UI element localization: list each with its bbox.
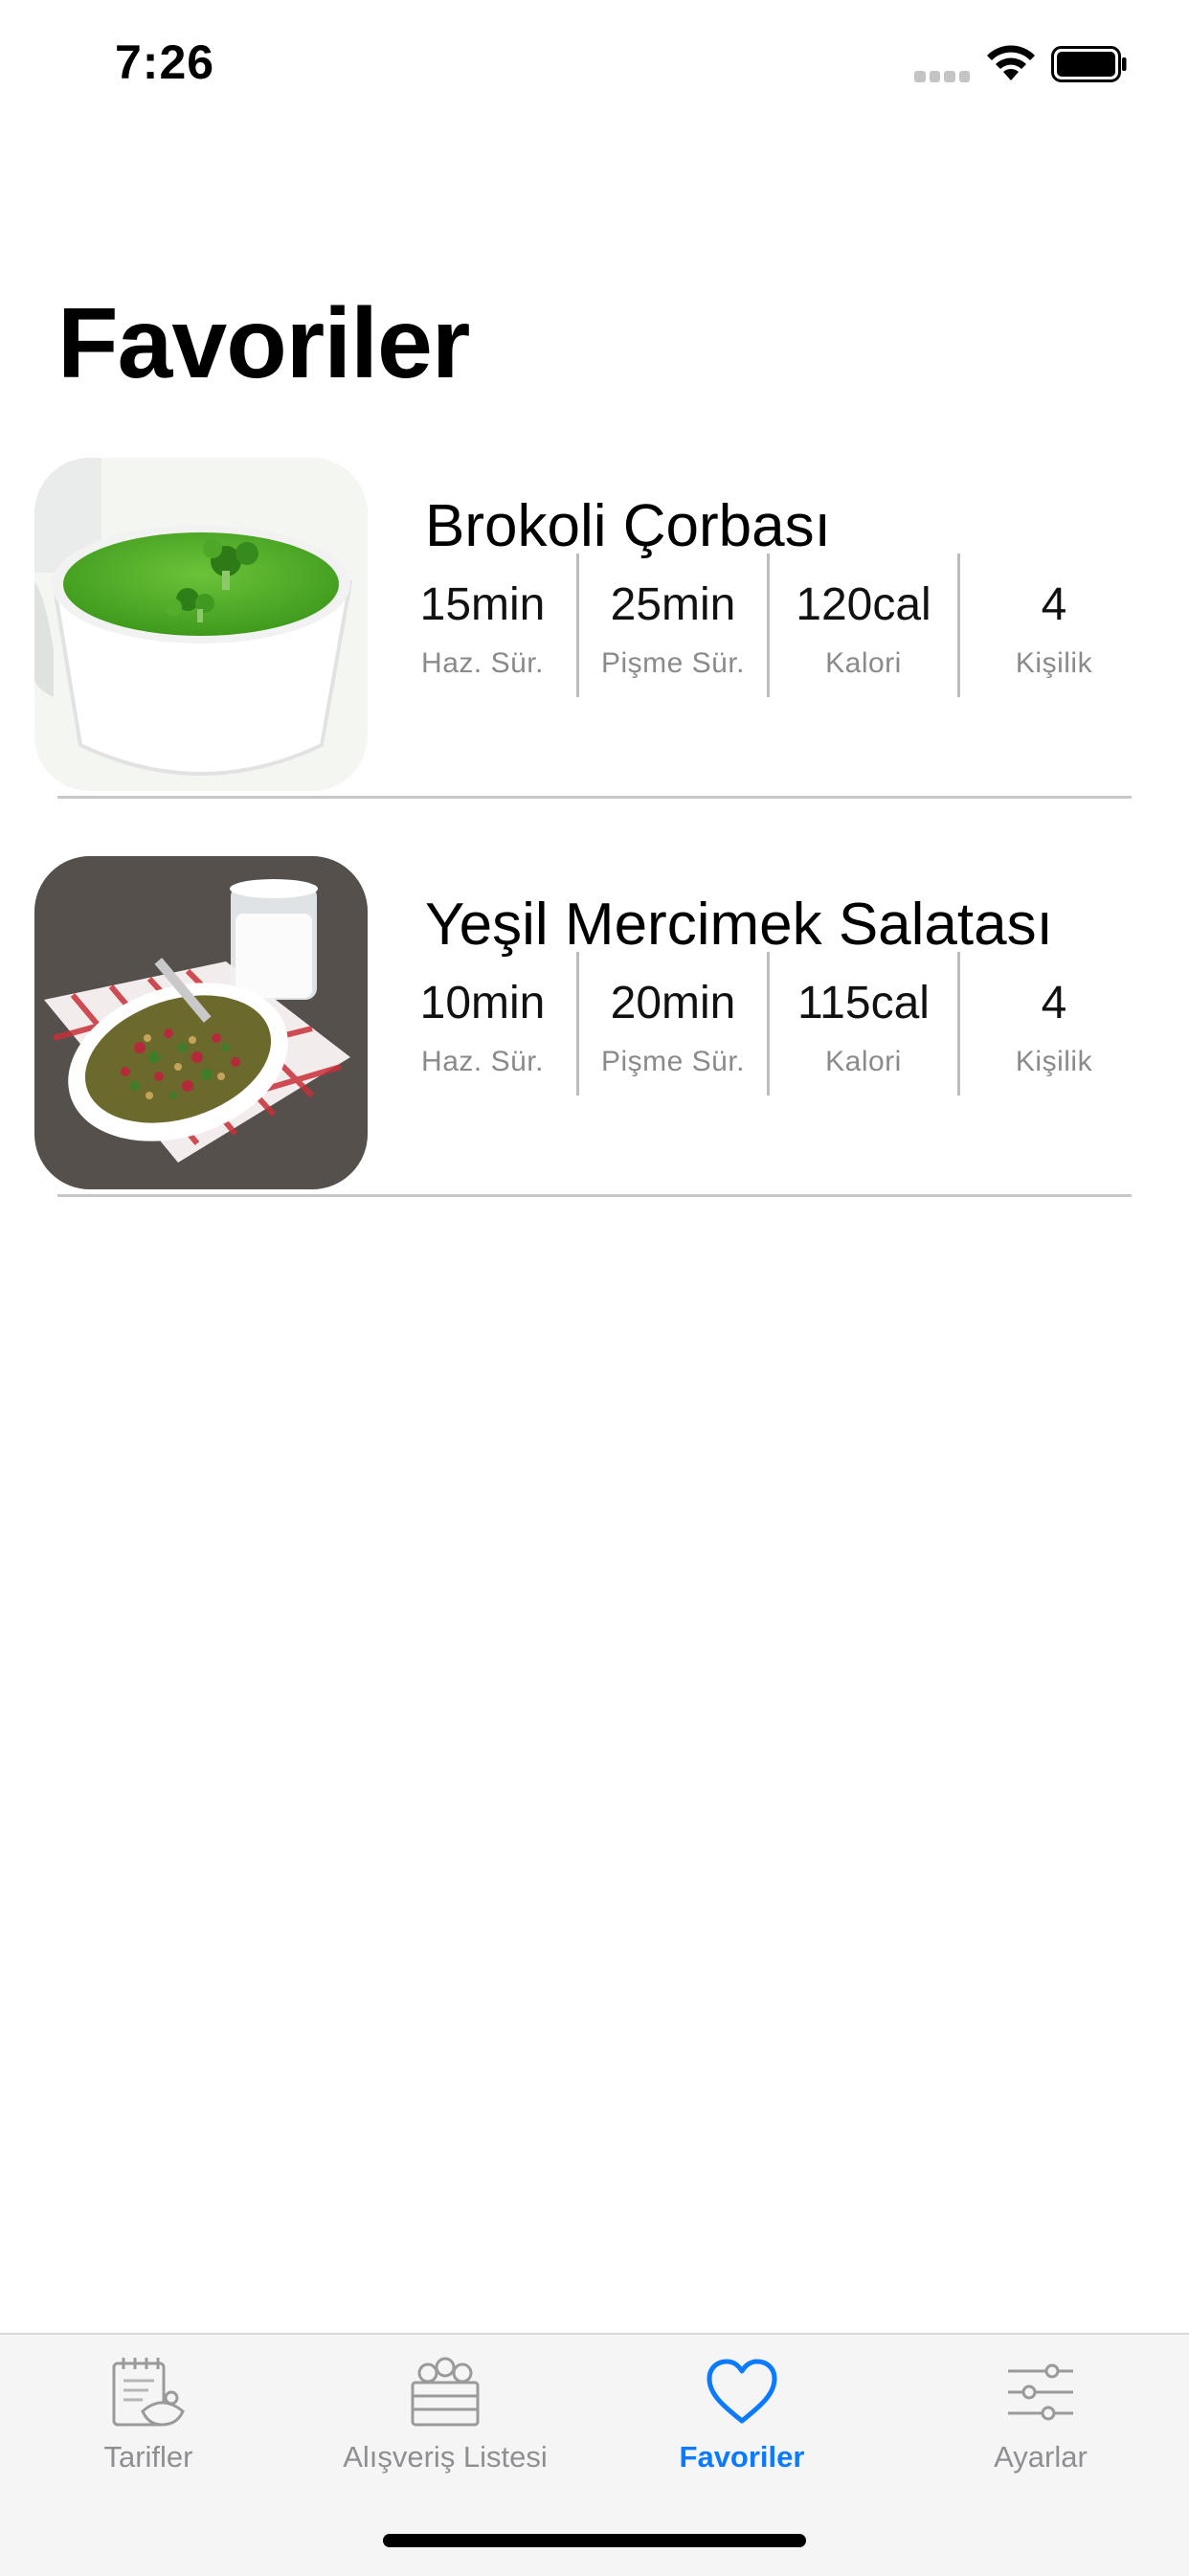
grocery-crate-icon bbox=[411, 2357, 480, 2427]
lentil-salad-image bbox=[34, 856, 368, 1189]
row-divider bbox=[57, 1194, 1132, 1197]
page-title: Favoriler bbox=[57, 288, 470, 399]
stat-calories: 115cal Kalori bbox=[767, 952, 957, 1096]
stat-label: Kalori bbox=[825, 1046, 902, 1077]
tab-tarifler[interactable]: Tarifler bbox=[0, 2335, 297, 2497]
recipe-name: Yeşil Mercimek Salatası bbox=[425, 892, 1053, 958]
stat-value: 25min bbox=[610, 579, 736, 630]
stat-value: 20min bbox=[610, 978, 736, 1028]
recipe-book-icon bbox=[112, 2358, 185, 2427]
battery-icon bbox=[1051, 46, 1127, 82]
tab-favoriler[interactable]: Favoriler bbox=[594, 2335, 890, 2497]
stat-label: Haz. Sür. bbox=[421, 647, 544, 679]
stat-cook-time: 25min Pişme Sür. bbox=[576, 554, 767, 697]
stat-value: 4 bbox=[1041, 579, 1067, 630]
recipe-stats: 10min Haz. Sür. 20min Pişme Sür. 115cal … bbox=[389, 952, 1148, 1096]
stat-cook-time: 20min Pişme Sür. bbox=[576, 952, 767, 1096]
broccoli-soup-image bbox=[34, 458, 368, 791]
stat-label: Haz. Sür. bbox=[421, 1046, 544, 1077]
stat-label: Pişme Sür. bbox=[600, 647, 746, 679]
wifi-icon bbox=[987, 45, 1035, 80]
stat-value: 115cal bbox=[797, 978, 930, 1028]
stat-label: Kalori bbox=[825, 647, 902, 679]
stat-value: 4 bbox=[1041, 978, 1067, 1028]
tab-ayarlar[interactable]: Ayarlar bbox=[892, 2335, 1189, 2497]
favorite-recipe-row[interactable]: Yeşil Mercimek Salatası 10min Haz. Sür. … bbox=[0, 799, 1189, 1197]
tab-label: Favoriler bbox=[679, 2440, 805, 2474]
cellular-signal-icon bbox=[914, 71, 970, 82]
sliders-icon bbox=[1008, 2363, 1073, 2421]
tab-label: Ayarlar bbox=[994, 2440, 1088, 2474]
stat-value: 120cal bbox=[796, 579, 931, 630]
stat-value: 10min bbox=[419, 978, 546, 1028]
favorite-recipe-row[interactable]: Brokoli Çorbası 15min Haz. Sür. 25min Pi… bbox=[0, 400, 1189, 799]
stat-prep-time: 10min Haz. Sür. bbox=[389, 952, 576, 1096]
status-bar: 7:26 bbox=[0, 0, 1189, 126]
stat-label: Pişme Sür. bbox=[600, 1046, 746, 1077]
stat-prep-time: 15min Haz. Sür. bbox=[389, 554, 576, 697]
tab-label: Alışveriş Listesi bbox=[343, 2440, 548, 2474]
recipe-thumbnail bbox=[34, 458, 368, 791]
stat-servings: 4 Kişilik bbox=[957, 952, 1148, 1096]
stat-label: Kişilik bbox=[1015, 647, 1093, 679]
heart-icon bbox=[707, 2359, 777, 2424]
recipe-name: Brokoli Çorbası bbox=[425, 493, 831, 559]
stat-servings: 4 Kişilik bbox=[957, 554, 1148, 697]
recipe-stats: 15min Haz. Sür. 25min Pişme Sür. 120cal … bbox=[389, 554, 1148, 697]
stat-calories: 120cal Kalori bbox=[767, 554, 957, 697]
recipe-thumbnail bbox=[34, 856, 368, 1189]
tab-alisveris-listesi[interactable]: Alışveriş Listesi bbox=[297, 2335, 594, 2497]
tab-label: Tarifler bbox=[103, 2440, 193, 2474]
stat-label: Kişilik bbox=[1015, 1046, 1093, 1077]
home-indicator[interactable] bbox=[383, 2534, 806, 2547]
stat-value: 15min bbox=[419, 579, 546, 630]
status-time: 7:26 bbox=[115, 35, 215, 89]
